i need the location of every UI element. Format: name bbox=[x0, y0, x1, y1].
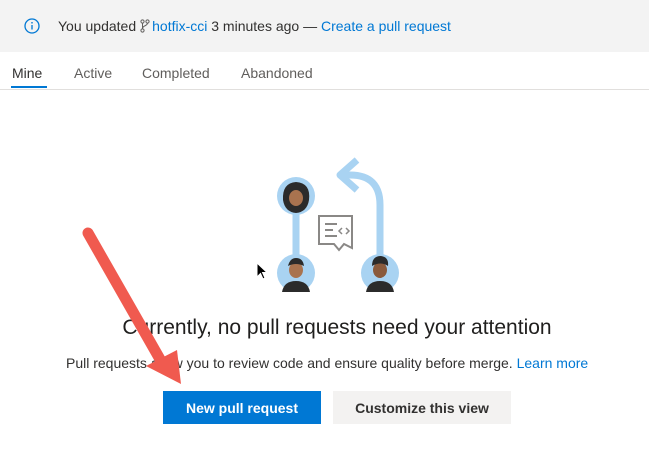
pull-request-illustration bbox=[277, 157, 399, 292]
mouse-cursor-icon bbox=[256, 262, 268, 280]
person-top-icon bbox=[277, 177, 315, 215]
code-review-icon bbox=[318, 215, 353, 252]
tab-completed[interactable]: Completed bbox=[142, 65, 210, 81]
branch-icon bbox=[140, 19, 150, 33]
tab-active[interactable]: Active bbox=[74, 65, 112, 81]
empty-state-description: Pull requests allow you to review code a… bbox=[66, 355, 588, 371]
customize-view-button[interactable]: Customize this view bbox=[333, 391, 511, 424]
active-tab-indicator bbox=[11, 86, 47, 88]
info-icon bbox=[24, 18, 40, 34]
banner-time: 3 minutes ago — bbox=[211, 18, 318, 34]
banner-prefix: You updated bbox=[58, 18, 137, 34]
notification-banner: You updated hotfix-cci 3 minutes ago — C… bbox=[0, 0, 649, 52]
tab-abandoned[interactable]: Abandoned bbox=[241, 65, 313, 81]
branch-link[interactable]: hotfix-cci bbox=[152, 18, 207, 34]
empty-state-description-text: Pull requests allow you to review code a… bbox=[66, 355, 513, 371]
tab-bar: Mine Active Completed Abandoned bbox=[0, 52, 649, 90]
create-pull-request-link[interactable]: Create a pull request bbox=[321, 18, 451, 34]
empty-state-heading: Currently, no pull requests need your at… bbox=[122, 316, 552, 339]
person-bottom-right-icon bbox=[361, 254, 399, 292]
person-bottom-left-icon bbox=[277, 254, 315, 292]
new-pull-request-button[interactable]: New pull request bbox=[163, 391, 321, 424]
tab-mine[interactable]: Mine bbox=[12, 65, 42, 81]
learn-more-link[interactable]: Learn more bbox=[517, 355, 589, 371]
